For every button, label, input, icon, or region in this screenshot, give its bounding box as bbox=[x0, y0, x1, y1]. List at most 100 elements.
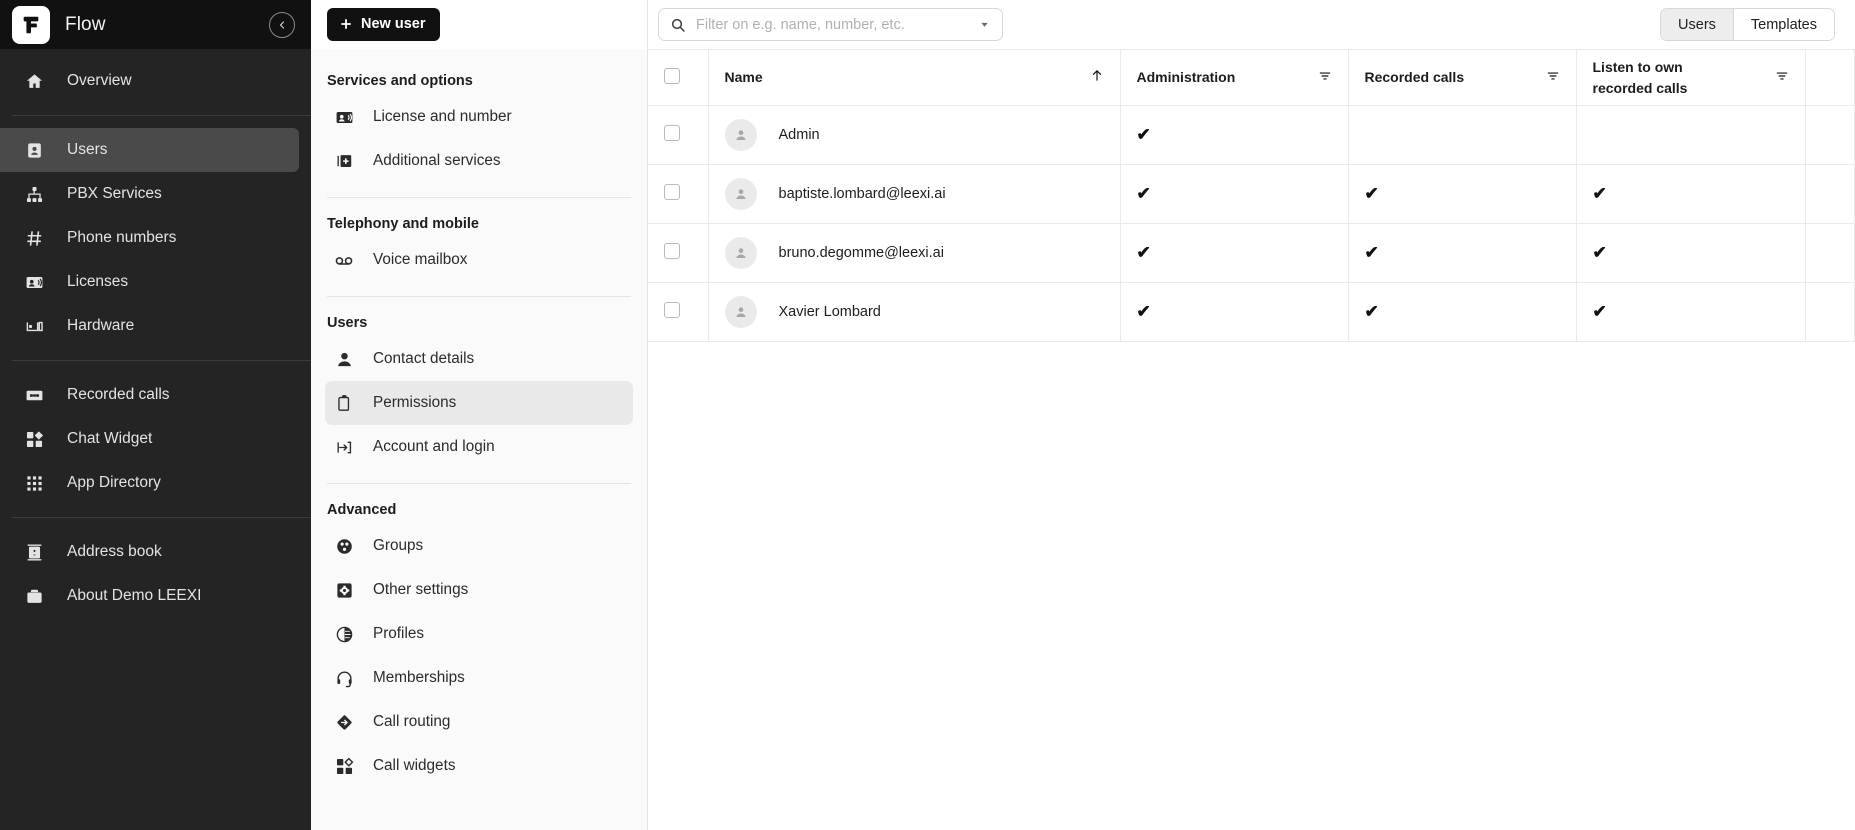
search-input[interactable] bbox=[696, 17, 974, 33]
menu-item-label: Profiles bbox=[373, 625, 424, 643]
new-user-button[interactable]: New user bbox=[327, 8, 440, 41]
row-checkbox[interactable] bbox=[664, 302, 680, 318]
row-spacer-cell bbox=[1805, 165, 1855, 224]
menu-item-other-settings[interactable]: Other settings bbox=[325, 568, 633, 612]
call-routing-icon bbox=[333, 711, 355, 733]
table-body: Admin ✔ bbox=[648, 106, 1855, 342]
menu-item-call-routing[interactable]: Call routing bbox=[325, 700, 633, 744]
section-title-advanced: Advanced bbox=[325, 502, 633, 524]
row-listen-own-cell[interactable] bbox=[1576, 106, 1805, 165]
license-icon bbox=[23, 271, 45, 293]
row-administration-cell[interactable]: ✔ bbox=[1120, 106, 1348, 165]
filter-icon[interactable] bbox=[1775, 69, 1789, 86]
arrow-up-icon[interactable] bbox=[1090, 68, 1104, 87]
menu-item-profiles[interactable]: Profiles bbox=[325, 612, 633, 656]
menu-item-call-widgets[interactable]: Call widgets bbox=[325, 744, 633, 788]
row-administration-cell[interactable]: ✔ bbox=[1120, 165, 1348, 224]
sidebar-item-app-directory[interactable]: App Directory bbox=[0, 461, 299, 505]
filter-search-box[interactable] bbox=[658, 8, 1003, 41]
row-spacer-cell bbox=[1805, 224, 1855, 283]
section-divider bbox=[327, 197, 631, 198]
row-listen-own-cell[interactable]: ✔ bbox=[1576, 224, 1805, 283]
column-header-name[interactable]: Name bbox=[708, 50, 1120, 106]
check-icon: ✔ bbox=[1365, 184, 1379, 203]
device-icon bbox=[23, 315, 45, 337]
menu-item-label: License and number bbox=[373, 108, 512, 126]
row-administration-cell[interactable]: ✔ bbox=[1120, 283, 1348, 342]
tab-users[interactable]: Users bbox=[1661, 9, 1733, 40]
filter-icon[interactable] bbox=[1318, 69, 1332, 86]
sidebar-item-overview[interactable]: Overview bbox=[0, 59, 299, 103]
row-recorded-calls-cell[interactable] bbox=[1348, 106, 1576, 165]
filter-icon[interactable] bbox=[1546, 69, 1560, 86]
briefcase-icon bbox=[23, 585, 45, 607]
user-card-icon bbox=[23, 139, 45, 161]
row-listen-own-cell[interactable]: ✔ bbox=[1576, 283, 1805, 342]
sidebar-item-pbx-services[interactable]: PBX Services bbox=[0, 172, 299, 216]
table-row[interactable]: baptiste.lombard@leexi.ai ✔ ✔ ✔ bbox=[648, 165, 1855, 224]
sidebar-label: Recorded calls bbox=[67, 386, 170, 404]
row-name-cell: baptiste.lombard@leexi.ai bbox=[708, 165, 1120, 224]
menu-item-groups[interactable]: Groups bbox=[325, 524, 633, 568]
sidebar-label: PBX Services bbox=[67, 185, 162, 203]
menu-item-label: Call widgets bbox=[373, 757, 455, 775]
row-listen-own-cell[interactable]: ✔ bbox=[1576, 165, 1805, 224]
row-checkbox[interactable] bbox=[664, 184, 680, 200]
sidebar-label: About Demo LEEXI bbox=[67, 587, 201, 605]
check-icon: ✔ bbox=[1137, 302, 1151, 321]
chevron-down-icon[interactable] bbox=[974, 13, 994, 37]
sidebar-item-about-demo-leexi[interactable]: About Demo LEEXI bbox=[0, 574, 299, 618]
menu-item-license-and-number[interactable]: License and number bbox=[325, 95, 633, 139]
column-label: Listen to own recorded calls bbox=[1593, 57, 1743, 99]
grid-dots-icon bbox=[23, 472, 45, 494]
secondary-sidebar-header: New user bbox=[311, 0, 647, 49]
check-icon: ✔ bbox=[1593, 184, 1607, 203]
users-table: Name Administration bbox=[648, 49, 1855, 342]
sidebar-item-phone-numbers[interactable]: Phone numbers bbox=[0, 216, 299, 260]
table-row[interactable]: Admin ✔ bbox=[648, 106, 1855, 165]
table-row[interactable]: bruno.degomme@leexi.ai ✔ ✔ ✔ bbox=[648, 224, 1855, 283]
sidebar-item-chat-widget[interactable]: Chat Widget bbox=[0, 417, 299, 461]
content-toolbar: Users Templates bbox=[648, 0, 1855, 49]
row-checkbox[interactable] bbox=[664, 125, 680, 141]
row-administration-cell[interactable]: ✔ bbox=[1120, 224, 1348, 283]
menu-item-account-and-login[interactable]: Account and login bbox=[325, 425, 633, 469]
column-header-recorded-calls[interactable]: Recorded calls bbox=[1348, 50, 1576, 106]
sidebar-item-users[interactable]: Users bbox=[0, 128, 299, 172]
menu-item-label: Other settings bbox=[373, 581, 468, 599]
row-spacer-cell bbox=[1805, 106, 1855, 165]
row-name: baptiste.lombard@leexi.ai bbox=[779, 186, 946, 202]
sidebar-item-recorded-calls[interactable]: Recorded calls bbox=[0, 373, 299, 417]
chevron-left-icon[interactable] bbox=[269, 12, 295, 38]
menu-item-label: Groups bbox=[373, 537, 423, 555]
menu-item-memberships[interactable]: Memberships bbox=[325, 656, 633, 700]
menu-item-label: Account and login bbox=[373, 438, 495, 456]
column-label: Administration bbox=[1137, 67, 1236, 88]
search-icon bbox=[670, 17, 686, 33]
select-all-checkbox[interactable] bbox=[664, 68, 680, 84]
main-content: Users Templates Name bbox=[648, 0, 1855, 830]
check-icon: ✔ bbox=[1593, 243, 1607, 262]
sidebar-item-hardware[interactable]: Hardware bbox=[0, 304, 299, 348]
row-checkbox[interactable] bbox=[664, 243, 680, 259]
row-select-cell bbox=[648, 283, 708, 342]
menu-item-voice-mailbox[interactable]: Voice mailbox bbox=[325, 238, 633, 282]
sidebar-item-licenses[interactable]: Licenses bbox=[0, 260, 299, 304]
menu-item-additional-services[interactable]: Additional services bbox=[325, 139, 633, 183]
check-icon: ✔ bbox=[1365, 243, 1379, 262]
menu-item-permissions[interactable]: Permissions bbox=[325, 381, 633, 425]
plus-icon bbox=[339, 17, 353, 31]
sidebar-item-address-book[interactable]: Address book bbox=[0, 530, 299, 574]
menu-item-contact-details[interactable]: Contact details bbox=[325, 337, 633, 381]
sidebar-divider bbox=[12, 517, 311, 518]
row-recorded-calls-cell[interactable]: ✔ bbox=[1348, 165, 1576, 224]
table-row[interactable]: Xavier Lombard ✔ ✔ ✔ bbox=[648, 283, 1855, 342]
column-header-listen-to-own-recorded-calls[interactable]: Listen to own recorded calls bbox=[1576, 50, 1805, 106]
tab-templates[interactable]: Templates bbox=[1733, 9, 1834, 40]
column-header-administration[interactable]: Administration bbox=[1120, 50, 1348, 106]
row-recorded-calls-cell[interactable]: ✔ bbox=[1348, 283, 1576, 342]
brand-header: Flow bbox=[0, 0, 311, 49]
avatar bbox=[725, 119, 757, 151]
groups-icon bbox=[333, 535, 355, 557]
row-recorded-calls-cell[interactable]: ✔ bbox=[1348, 224, 1576, 283]
